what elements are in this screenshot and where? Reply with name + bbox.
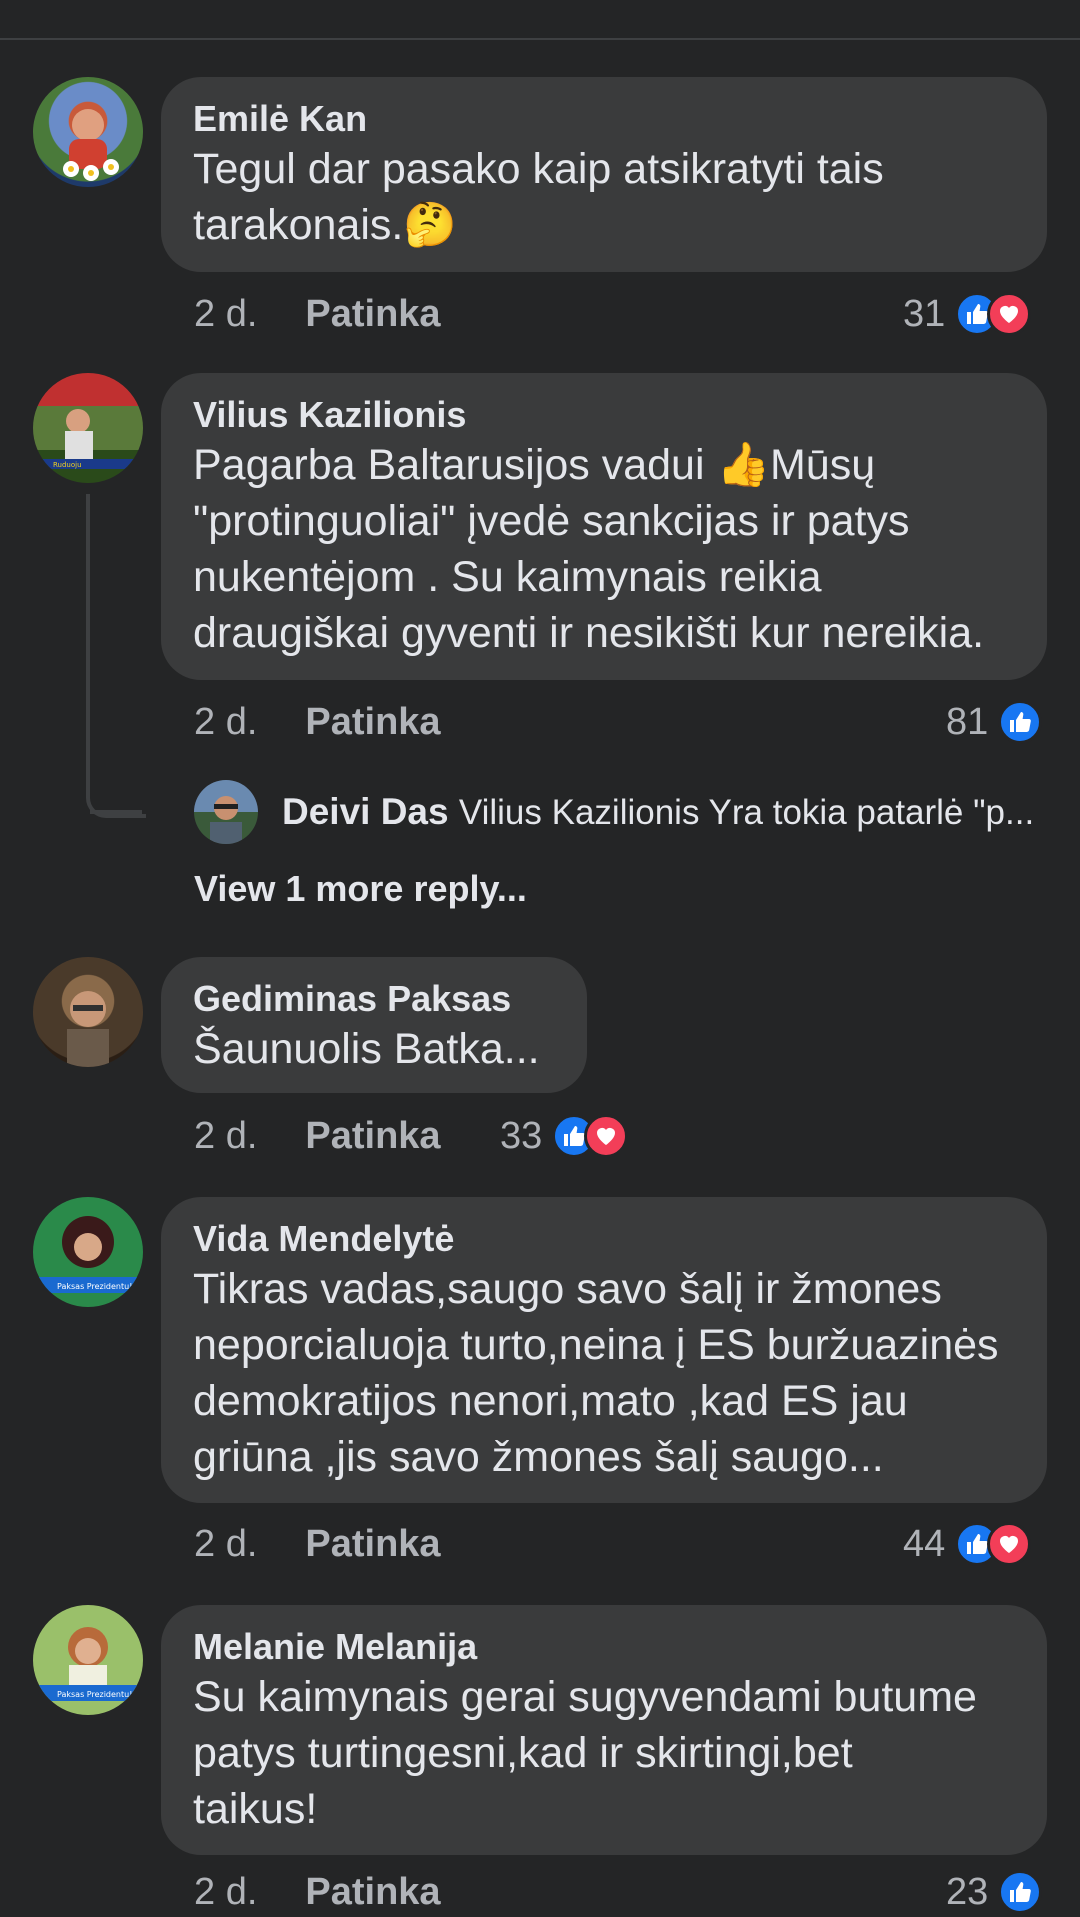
avatar[interactable]: Ruduoju bbox=[33, 373, 143, 483]
comment-time[interactable]: 2 d. bbox=[194, 697, 257, 747]
comment-time[interactable]: 2 d. bbox=[194, 1867, 257, 1917]
reaction-count: 33 bbox=[500, 1114, 543, 1157]
reply-text: Vilius Kazilionis Yra tokia patarlė "p..… bbox=[458, 793, 1035, 832]
love-icon bbox=[987, 1521, 1032, 1566]
love-icon bbox=[584, 1113, 629, 1158]
comment-text: Šaunuolis Batka... bbox=[193, 1025, 540, 1073]
reaction-count: 23 bbox=[946, 1870, 989, 1913]
like-button[interactable]: Patinka bbox=[305, 697, 440, 747]
reaction-summary[interactable]: 44 bbox=[903, 1517, 1032, 1567]
comment-author[interactable]: Vilius Kazilionis bbox=[193, 393, 1015, 437]
comment-author[interactable]: Melanie Melanija bbox=[193, 1625, 1015, 1669]
avatar-image bbox=[210, 796, 242, 844]
comment-meta: 2 d. Patinka bbox=[194, 697, 441, 747]
svg-text:Paksas Prezidentu!: Paksas Prezidentu! bbox=[57, 1282, 132, 1291]
like-button[interactable]: Patinka bbox=[305, 1867, 440, 1917]
view-more-replies-link[interactable]: View 1 more reply... bbox=[194, 868, 527, 910]
avatar-image: Paksas Prezidentu! bbox=[33, 1627, 143, 1701]
avatar[interactable]: Paksas Prezidentu! bbox=[33, 1605, 143, 1715]
love-icon bbox=[987, 291, 1032, 336]
comment-text: Pagarba Baltarusijos vadui 👍Mūsų "protin… bbox=[193, 441, 985, 657]
reaction-summary[interactable]: 23 bbox=[946, 1865, 1043, 1915]
avatar-image: Ruduoju bbox=[33, 409, 143, 469]
comment-author[interactable]: Vida Mendelytė bbox=[193, 1217, 1015, 1261]
comment-meta: 2 d. Patinka bbox=[194, 1867, 441, 1917]
reaction-summary[interactable]: 81 bbox=[946, 695, 1043, 745]
comment-text: Tegul dar pasako kaip atsikratyti tais t… bbox=[193, 145, 884, 249]
reaction-count: 81 bbox=[946, 700, 989, 743]
avatar[interactable] bbox=[33, 957, 143, 1067]
like-button[interactable]: Patinka bbox=[305, 1111, 440, 1161]
reaction-count: 44 bbox=[903, 1522, 946, 1565]
like-button[interactable]: Patinka bbox=[305, 289, 440, 339]
reply-preview[interactable]: Deivi Das Vilius Kazilionis Yra tokia pa… bbox=[282, 787, 1052, 838]
comment-bubble: Vida Mendelytė Tikras vadas,saugo savo š… bbox=[161, 1197, 1047, 1503]
comment-meta: 2 d. Patinka bbox=[194, 1519, 441, 1569]
comment-bubble: Gediminas Paksas Šaunuolis Batka... bbox=[161, 957, 587, 1093]
thread-line-branch bbox=[86, 494, 142, 814]
avatar[interactable]: Paksas Prezidentu! bbox=[33, 1197, 143, 1307]
top-bar bbox=[0, 0, 1080, 40]
comment-meta: 2 d. Patinka bbox=[194, 1111, 441, 1161]
reply-avatar[interactable] bbox=[194, 780, 258, 844]
reply-author[interactable]: Deivi Das bbox=[282, 791, 449, 832]
like-icon bbox=[998, 1869, 1043, 1914]
like-icon bbox=[998, 699, 1043, 744]
reaction-count: 31 bbox=[903, 292, 946, 335]
avatar-image: Paksas Prezidentu! bbox=[33, 1216, 143, 1293]
comment-bubble: Vilius Kazilionis Pagarba Baltarusijos v… bbox=[161, 373, 1047, 680]
avatar[interactable] bbox=[33, 77, 143, 187]
comment-text: Su kaimynais gerai sugyvendami butume pa… bbox=[193, 1673, 977, 1833]
thread-branch bbox=[90, 810, 142, 814]
svg-text:Ruduoju: Ruduoju bbox=[53, 461, 82, 469]
comment-time[interactable]: 2 d. bbox=[194, 289, 257, 339]
comment-time[interactable]: 2 d. bbox=[194, 1111, 257, 1161]
svg-text:Paksas Prezidentu!: Paksas Prezidentu! bbox=[57, 1690, 132, 1699]
avatar-image bbox=[63, 109, 119, 181]
reaction-summary[interactable]: 33 bbox=[500, 1109, 629, 1159]
comment-bubble: Melanie Melanija Su kaimynais gerai sugy… bbox=[161, 1605, 1047, 1855]
comment-text: Tikras vadas,saugo savo šalį ir žmones n… bbox=[193, 1265, 999, 1481]
avatar-image bbox=[67, 991, 109, 1067]
comment-author[interactable]: Gediminas Paksas bbox=[193, 977, 555, 1021]
like-button[interactable]: Patinka bbox=[305, 1519, 440, 1569]
comment-meta: 2 d. Patinka bbox=[194, 289, 441, 339]
comment-bubble: Emilė Kan Tegul dar pasako kaip atsikrat… bbox=[161, 77, 1047, 272]
comment-author[interactable]: Emilė Kan bbox=[193, 97, 1015, 141]
reaction-summary[interactable]: 31 bbox=[903, 287, 1032, 337]
comment-time[interactable]: 2 d. bbox=[194, 1519, 257, 1569]
